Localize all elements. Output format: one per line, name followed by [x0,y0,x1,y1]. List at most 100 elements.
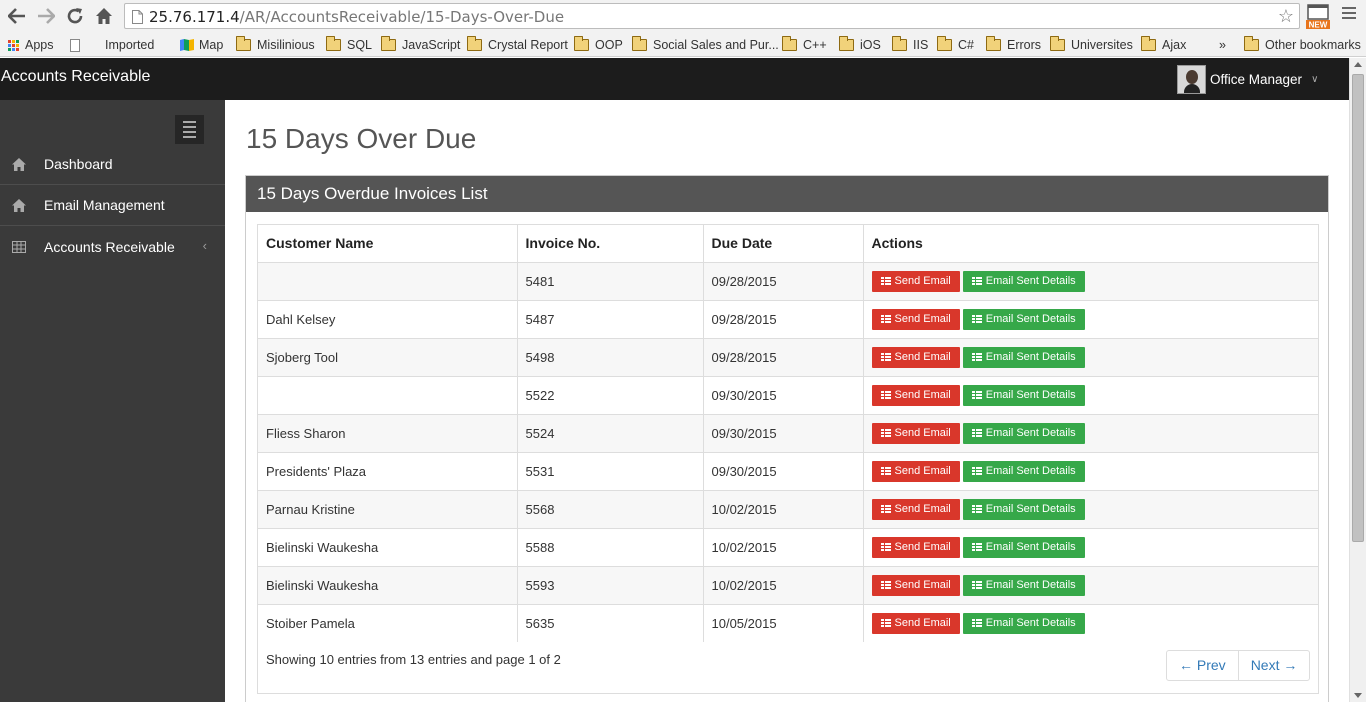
actions-cell: Send Email Email Sent Details [863,337,1318,376]
user-menu[interactable]: Office Manager ∨ [1177,64,1318,94]
email-sent-details-button[interactable]: Email Sent Details [962,270,1085,292]
extension-new-icon[interactable]: NEW [1305,3,1331,30]
bookmark-apps[interactable]: Apps [8,36,54,54]
sidebar-item-label: Accounts Receivable [44,238,175,255]
invoices-panel: 15 Days Overdue Invoices List Customer N… [245,175,1329,702]
send-email-label: Send Email [894,541,951,553]
send-email-button[interactable]: Send Email [871,574,960,596]
forward-button[interactable] [35,5,57,27]
send-email-label: Send Email [894,427,951,439]
bookmark-folder-universites[interactable]: Universites [1050,36,1133,54]
email-sent-details-button[interactable]: Email Sent Details [962,422,1085,444]
bookmark-folder-ios[interactable]: iOS [839,36,881,54]
url-text: 25.76.171.4/AR/AccountsReceivable/15-Day… [149,8,564,26]
forward-arrow-icon [38,8,55,24]
email-sent-details-button[interactable]: Email Sent Details [962,308,1085,330]
home-button[interactable] [93,5,115,27]
scroll-thumb[interactable] [1352,74,1364,542]
bookmark-label: Ajax [1162,38,1187,52]
send-email-button[interactable]: Send Email [871,536,960,558]
email-sent-details-button[interactable]: Email Sent Details [962,384,1085,406]
customer-name-cell: Sjoberg Tool [258,337,518,376]
sidebar-toggle-button[interactable] [175,115,204,144]
svg-text:NEW: NEW [1309,21,1328,30]
email-sent-details-button[interactable]: Email Sent Details [962,460,1085,482]
bookmark-imported[interactable]: Imported [70,36,154,54]
actions-cell: Send Email Email Sent Details [863,375,1318,414]
send-email-button[interactable]: Send Email [871,460,960,482]
list-icon [971,467,982,475]
sidebar-item-dashboard[interactable]: Dashboard [0,144,225,185]
list-icon [880,353,891,361]
actions-cell: Send Email Email Sent Details [863,565,1318,604]
bookmark-folder-sql[interactable]: SQL [326,36,372,54]
browser-menu-icon[interactable] [1342,7,1358,23]
address-bar[interactable]: 25.76.171.4/AR/AccountsReceivable/15-Day… [124,3,1300,29]
scroll-up-arrow-icon[interactable] [1354,62,1362,67]
bookmark-folder-errors[interactable]: Errors [986,36,1041,54]
bookmark-label: C++ [803,38,827,52]
folder-icon [986,36,1001,51]
email-details-label: Email Sent Details [985,503,1076,515]
url-path: /AR/AccountsReceivable/15-Days-Over-Due [239,8,565,26]
bookmark-map[interactable]: Map [179,36,223,54]
bookmark-folder-csharp[interactable]: C# [937,36,974,54]
folder-icon [632,36,647,51]
bookmark-label: Apps [25,38,54,52]
page-scrollbar[interactable] [1349,58,1366,702]
bookmark-folder-misilinious[interactable]: Misilinious [236,36,315,54]
due-date-cell: 09/28/2015 [703,261,864,300]
send-email-button[interactable]: Send Email [871,270,960,292]
folder-icon [1244,36,1259,51]
bookmark-star-icon[interactable]: ☆ [1278,6,1294,26]
bookmarks-overflow-button[interactable]: » [1219,36,1226,54]
send-email-button[interactable]: Send Email [871,422,960,444]
bookmark-label: Imported [105,38,155,52]
pagination-info: Showing 10 entries from 13 entries and p… [266,652,561,667]
sidebar-item-email-management[interactable]: Email Management [0,185,225,226]
bookmark-folder-javascript[interactable]: JavaScript [381,36,460,54]
customer-name-cell: Bielinski Waukesha [258,527,518,566]
list-icon [880,429,891,437]
page-title: 15 Days Over Due [246,123,477,154]
other-bookmarks-folder[interactable]: Other bookmarks [1244,36,1361,54]
invoice-number-cell: 5481 [517,261,704,300]
bookmark-folder-oop[interactable]: OOP [574,36,623,54]
email-sent-details-button[interactable]: Email Sent Details [962,574,1085,596]
reload-button[interactable] [64,5,86,27]
customer-name-cell: Bielinski Waukesha [258,565,518,604]
column-header-customer[interactable]: Customer Name [258,225,518,263]
app-title[interactable]: Accounts Receivable [1,68,150,86]
bookmark-folder-cpp[interactable]: C++ [782,36,827,54]
back-button[interactable] [6,5,28,27]
due-date-cell: 09/28/2015 [703,337,864,376]
send-email-button[interactable]: Send Email [871,308,960,330]
next-page-button[interactable]: Next → [1237,651,1310,680]
send-email-button[interactable]: Send Email [871,346,960,368]
column-header-invoice[interactable]: Invoice No. [517,225,704,263]
bookmark-folder-social-sales[interactable]: Social Sales and Pur... [632,36,779,54]
send-email-button[interactable]: Send Email [871,498,960,520]
send-email-button[interactable]: Send Email [871,384,960,406]
send-email-button[interactable]: Send Email [871,612,960,634]
bookmark-folder-ajax[interactable]: Ajax [1141,36,1186,54]
invoice-number-cell: 5524 [517,413,704,452]
sidebar-item-accounts-receivable[interactable]: Accounts Receivable ‹ [0,226,225,267]
sidebar-item-label: Dashboard [44,156,113,172]
bookmark-folder-crystal-report[interactable]: Crystal Report [467,36,568,54]
prev-page-button[interactable]: ← Prev [1167,651,1238,680]
email-sent-details-button[interactable]: Email Sent Details [962,498,1085,520]
scroll-down-arrow-icon[interactable] [1354,693,1362,698]
table-icon [0,240,44,253]
email-details-label: Email Sent Details [985,427,1076,439]
bookmark-label: SQL [347,38,373,52]
customer-name-cell: Parnau Kristine [258,489,518,528]
bookmark-folder-iis[interactable]: IIS [892,36,928,54]
list-icon [971,315,982,323]
email-details-label: Email Sent Details [985,617,1076,630]
due-date-cell: 10/02/2015 [703,489,864,528]
column-header-due-date[interactable]: Due Date [703,225,864,263]
email-sent-details-button[interactable]: Email Sent Details [962,612,1085,634]
email-sent-details-button[interactable]: Email Sent Details [962,346,1085,368]
email-sent-details-button[interactable]: Email Sent Details [962,536,1085,558]
